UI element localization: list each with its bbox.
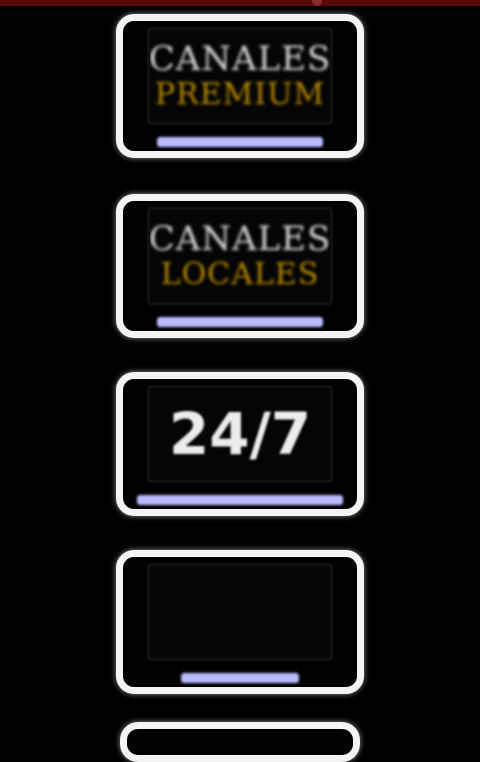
tile-screen: [147, 563, 333, 661]
tile-screen: 24/7: [147, 385, 333, 483]
tile-next-partial[interactable]: [120, 722, 360, 762]
tile-title-line2: PREMIUM: [154, 77, 326, 112]
tile-screen: CANALES LOCALES: [147, 207, 333, 305]
tile-caption: [157, 317, 323, 327]
tile-title-line1: CANALES: [148, 219, 332, 259]
tile-title-big: 24/7: [168, 400, 312, 468]
tile-caption: [181, 673, 299, 683]
tile-24-7[interactable]: 24/7: [116, 372, 364, 516]
tile-caption: [137, 495, 343, 505]
tile-fourth[interactable]: [116, 550, 364, 694]
channel-list[interactable]: CANALES PREMIUM CANALES LOCALES 24/7: [0, 0, 480, 762]
tile-canales-premium[interactable]: CANALES PREMIUM: [116, 14, 364, 158]
tile-title-line1: CANALES: [148, 39, 332, 79]
tile-screen: CANALES PREMIUM: [147, 27, 333, 125]
tile-caption: [157, 137, 323, 147]
tile-canales-locales[interactable]: CANALES LOCALES: [116, 194, 364, 338]
tile-title-line2: LOCALES: [160, 257, 320, 292]
